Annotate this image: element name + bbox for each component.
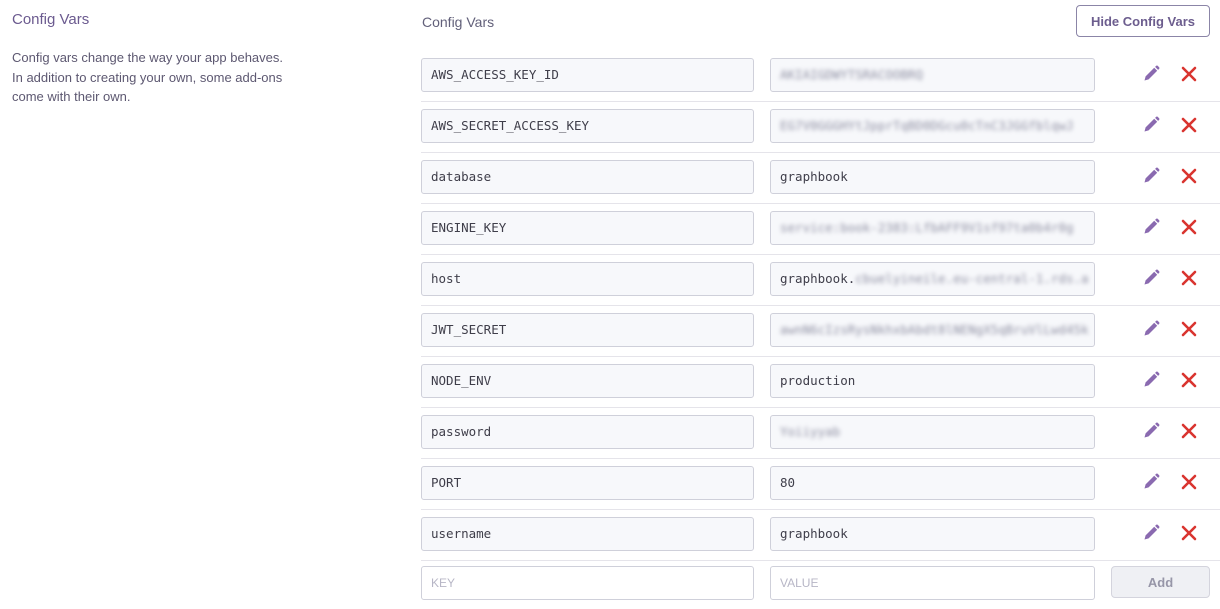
config-var-value-field[interactable]: graphbook — [770, 160, 1095, 194]
config-vars-page: Config Vars Config vars change the way y… — [0, 0, 1220, 609]
config-var-value-redacted: service:book-2383:LfbAFF9V1sf97ta0b4r0g — [780, 220, 1074, 235]
delete-close-icon[interactable] — [1180, 473, 1198, 491]
config-var-key-field[interactable]: password — [421, 415, 754, 449]
config-var-key-field[interactable]: NODE_ENV — [421, 364, 754, 398]
edit-pencil-icon[interactable] — [1141, 115, 1161, 135]
edit-pencil-icon[interactable] — [1141, 217, 1161, 237]
config-var-row: NODE_ENV production — [421, 357, 1220, 408]
config-var-value-field[interactable]: service:book-2383:LfbAFF9V1sf97ta0b4r0g — [770, 211, 1095, 245]
config-var-row: JWT_SECRET awnN6cIzsRysNkhxbAbdt8lNENgX5q… — [421, 306, 1220, 357]
config-var-key-field[interactable]: database — [421, 160, 754, 194]
config-var-row: host graphbook.cbuelyineile.eu-central-1.… — [421, 255, 1220, 306]
config-var-row: AWS_ACCESS_KEY_ID AKIAIGDWYTSRACOOBRQ — [421, 51, 1220, 102]
edit-pencil-icon[interactable] — [1141, 523, 1161, 543]
config-var-value-field[interactable]: graphbook — [770, 517, 1095, 551]
config-var-key-field[interactable]: AWS_ACCESS_KEY_ID — [421, 58, 754, 92]
config-var-key-field[interactable]: AWS_SECRET_ACCESS_KEY — [421, 109, 754, 143]
edit-pencil-icon[interactable] — [1141, 370, 1161, 390]
sidebar-description: Config vars change the way your app beha… — [12, 50, 284, 104]
delete-close-icon[interactable] — [1180, 269, 1198, 287]
delete-close-icon[interactable] — [1180, 218, 1198, 236]
config-var-value-field[interactable]: Yoiiyyab — [770, 415, 1095, 449]
edit-pencil-icon[interactable] — [1141, 421, 1161, 441]
config-var-value-field[interactable]: 80 — [770, 466, 1095, 500]
config-var-value-text: production — [780, 373, 856, 388]
delete-close-icon[interactable] — [1180, 116, 1198, 134]
config-vars-panel: Config Vars Hide Config Vars AWS_ACCESS_… — [421, 0, 1220, 600]
edit-pencil-icon[interactable] — [1141, 268, 1161, 288]
config-var-row: password Yoiiyyab — [421, 408, 1220, 459]
config-var-key-field[interactable]: host — [421, 262, 754, 296]
config-var-row: PORT 80 — [421, 459, 1220, 510]
delete-close-icon[interactable] — [1180, 524, 1198, 542]
config-var-key-field[interactable]: PORT — [421, 466, 754, 500]
config-vars-list: AWS_ACCESS_KEY_ID AKIAIGDWYTSRACOOBRQ AWS_… — [421, 51, 1220, 607]
config-var-row: database graphbook — [421, 153, 1220, 204]
config-var-value-field[interactable]: graphbook.cbuelyineile.eu-central-1.rds.… — [770, 262, 1095, 296]
delete-close-icon[interactable] — [1180, 320, 1198, 338]
config-var-value-redacted: EG7V0GGGHYtJpprTqBD0DGcu0cTnC3JGGfblqwJ — [780, 118, 1074, 133]
new-value-input[interactable] — [770, 566, 1095, 600]
config-var-key-field[interactable]: JWT_SECRET — [421, 313, 754, 347]
config-var-value-field[interactable]: production — [770, 364, 1095, 398]
config-var-row: AWS_SECRET_ACCESS_KEY EG7V0GGGHYtJpprTqBD… — [421, 102, 1220, 153]
edit-pencil-icon[interactable] — [1141, 472, 1161, 492]
config-var-value-redacted: awnN6cIzsRysNkhxbAbdt8lNENgX5qBruVlLwd45… — [780, 322, 1089, 337]
sidebar-section: Config Vars Config vars change the way y… — [12, 10, 312, 107]
config-var-row: username graphbook — [421, 510, 1220, 561]
edit-pencil-icon[interactable] — [1141, 166, 1161, 186]
config-var-value-text: graphbook — [780, 169, 848, 184]
panel-title: Config Vars — [422, 14, 495, 30]
sidebar-title: Config Vars — [12, 11, 90, 28]
add-config-var-button[interactable]: Add — [1111, 566, 1210, 598]
delete-close-icon[interactable] — [1180, 167, 1198, 185]
edit-pencil-icon[interactable] — [1141, 64, 1161, 84]
config-var-value-text: graphbook. — [780, 271, 856, 286]
config-var-value-text: graphbook — [780, 526, 848, 541]
edit-pencil-icon[interactable] — [1141, 319, 1161, 339]
config-var-row: ENGINE_KEY service:book-2383:LfbAFF9V1sf9… — [421, 204, 1220, 255]
new-key-input[interactable] — [421, 566, 754, 600]
hide-config-vars-button[interactable]: Hide Config Vars — [1076, 5, 1210, 37]
delete-close-icon[interactable] — [1180, 371, 1198, 389]
delete-close-icon[interactable] — [1180, 422, 1198, 440]
config-var-value-field[interactable]: EG7V0GGGHYtJpprTqBD0DGcu0cTnC3JGGfblqwJ — [770, 109, 1095, 143]
config-var-value-text: 80 — [780, 475, 796, 490]
delete-close-icon[interactable] — [1180, 65, 1198, 83]
config-var-value-field[interactable]: AKIAIGDWYTSRACOOBRQ — [770, 58, 1095, 92]
new-config-var-row: Add — [421, 561, 1220, 607]
config-var-value-redacted: Yoiiyyab — [780, 424, 841, 439]
config-var-value-redacted: cbuelyineile.eu-central-1.rds.a — [855, 271, 1089, 286]
config-var-key-field[interactable]: username — [421, 517, 754, 551]
panel-header: Config Vars Hide Config Vars — [421, 0, 1220, 51]
config-var-value-redacted: AKIAIGDWYTSRACOOBRQ — [780, 67, 923, 82]
config-var-value-field[interactable]: awnN6cIzsRysNkhxbAbdt8lNENgX5qBruVlLwd45… — [770, 313, 1095, 347]
config-var-key-field[interactable]: ENGINE_KEY — [421, 211, 754, 245]
